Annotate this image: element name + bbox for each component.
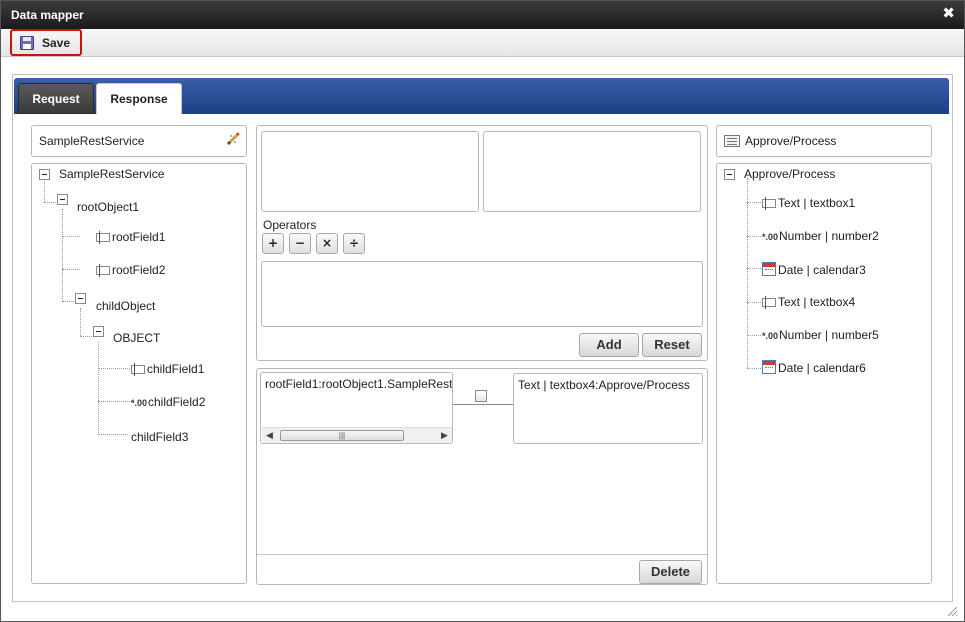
tab-response[interactable]: Response — [96, 83, 182, 114]
pencil-icon[interactable] — [225, 131, 241, 147]
textbox-icon — [96, 231, 110, 244]
collapse-icon[interactable] — [93, 326, 104, 337]
tree-node-label: Date | calendar6 — [778, 361, 866, 375]
expression-target-area[interactable] — [483, 131, 701, 212]
title-bar: Data mapper ✖ — [1, 1, 964, 29]
expression-source-area[interactable] — [261, 131, 479, 212]
mapping-target-text: Text | textbox4:Approve/Process — [518, 378, 690, 392]
number-icon: *.00 — [762, 232, 779, 242]
target-header: Approve/Process — [716, 125, 932, 157]
tree-node-field[interactable]: Text | textbox1 — [762, 196, 855, 210]
toolbar: Save — [1, 29, 964, 57]
expression-textarea[interactable] — [261, 261, 703, 327]
save-button[interactable]: Save — [10, 29, 82, 56]
tree-node-field[interactable]: childField3 — [131, 430, 188, 444]
scroll-left-icon[interactable]: ◀ — [266, 430, 273, 441]
tree-node-label: Number | number5 — [779, 328, 879, 342]
window-title: Data mapper — [11, 8, 84, 22]
tree-node-object[interactable]: OBJECT — [113, 331, 160, 345]
textbox-icon — [131, 363, 145, 376]
collapse-icon[interactable] — [75, 293, 86, 304]
textbox-icon — [762, 296, 776, 309]
source-header-title: SampleRestService — [39, 134, 145, 148]
reset-button[interactable]: Reset — [642, 333, 702, 357]
collapse-icon[interactable] — [724, 169, 735, 180]
textbox-icon — [96, 264, 110, 277]
operators-label: Operators — [263, 218, 317, 232]
tree-node-field[interactable]: *.00childField2 — [131, 395, 205, 409]
add-button[interactable]: Add — [579, 333, 639, 357]
tree-node-field[interactable]: *.00Number | number2 — [762, 229, 879, 243]
tree-node-root[interactable]: SampleRestService — [59, 167, 164, 181]
tree-node-label: Text | textbox1 — [778, 196, 856, 210]
textbox-icon — [762, 197, 776, 210]
mapping-target-box[interactable]: Text | textbox4:Approve/Process — [513, 373, 703, 444]
multiply-operator-button[interactable]: × — [316, 233, 338, 254]
tree-node-label: Number | number2 — [779, 229, 879, 243]
target-header-title: Approve/Process — [745, 134, 837, 148]
tab-request[interactable]: Request — [18, 83, 94, 114]
source-tree: SampleRestService rootObject1 rootField1… — [31, 163, 247, 584]
tree-node-label: childField2 — [148, 395, 206, 409]
minus-operator-button[interactable]: − — [289, 233, 311, 254]
tree-node-root[interactable]: Approve/Process — [744, 167, 835, 181]
horizontal-scrollbar[interactable]: ◀ ||| ▶ — [262, 427, 452, 443]
collapse-icon[interactable] — [57, 194, 68, 205]
tree-node-field[interactable]: Text | textbox4 — [762, 295, 855, 309]
mappings-divider — [257, 554, 707, 555]
tree-node-object[interactable]: childObject — [96, 299, 155, 313]
scroll-thumb[interactable]: ||| — [280, 430, 404, 441]
divide-operator-button[interactable]: ÷ — [343, 233, 365, 254]
tree-node-object[interactable]: rootObject1 — [77, 200, 139, 214]
tree-node-field[interactable]: Date | calendar3 — [762, 262, 866, 277]
delete-button[interactable]: Delete — [639, 560, 702, 584]
calendar-icon — [762, 360, 776, 374]
tree-node-label: childField1 — [147, 362, 205, 376]
tree-node-field[interactable]: rootField1 — [96, 230, 165, 244]
mapping-source-text: rootField1:rootObject1.SampleRestService — [265, 377, 453, 391]
resize-grip-icon[interactable] — [946, 605, 958, 617]
scroll-right-icon[interactable]: ▶ — [441, 430, 448, 441]
number-icon: *.00 — [762, 331, 779, 341]
plus-operator-button[interactable]: + — [262, 233, 284, 254]
tree-node-label: rootField1 — [112, 230, 166, 244]
tree-node-field[interactable]: childField1 — [131, 362, 204, 376]
collapse-icon[interactable] — [39, 169, 50, 180]
form-icon — [724, 135, 740, 147]
floppy-disk-icon — [20, 35, 34, 50]
calendar-icon — [762, 262, 776, 276]
number-icon: *.00 — [131, 398, 148, 408]
mapping-checkbox[interactable] — [475, 390, 487, 402]
data-mapper-window: Data mapper ✖ Save Request Response Samp… — [0, 0, 965, 622]
tab-bar: Request Response — [14, 78, 949, 114]
mapping-connector-line — [453, 404, 514, 405]
tree-node-label: rootField2 — [112, 263, 166, 277]
save-button-label: Save — [42, 35, 71, 50]
tree-node-label: Text | textbox4 — [778, 295, 856, 309]
source-header: SampleRestService — [31, 125, 247, 157]
tree-node-field[interactable]: rootField2 — [96, 263, 165, 277]
tree-node-field[interactable]: *.00Number | number5 — [762, 328, 879, 342]
target-tree: Approve/Process Text | textbox1 *.00Numb… — [716, 163, 932, 584]
tree-node-field[interactable]: Date | calendar6 — [762, 360, 866, 375]
close-icon[interactable]: ✖ — [942, 6, 955, 22]
tree-node-label: Date | calendar3 — [778, 263, 866, 277]
